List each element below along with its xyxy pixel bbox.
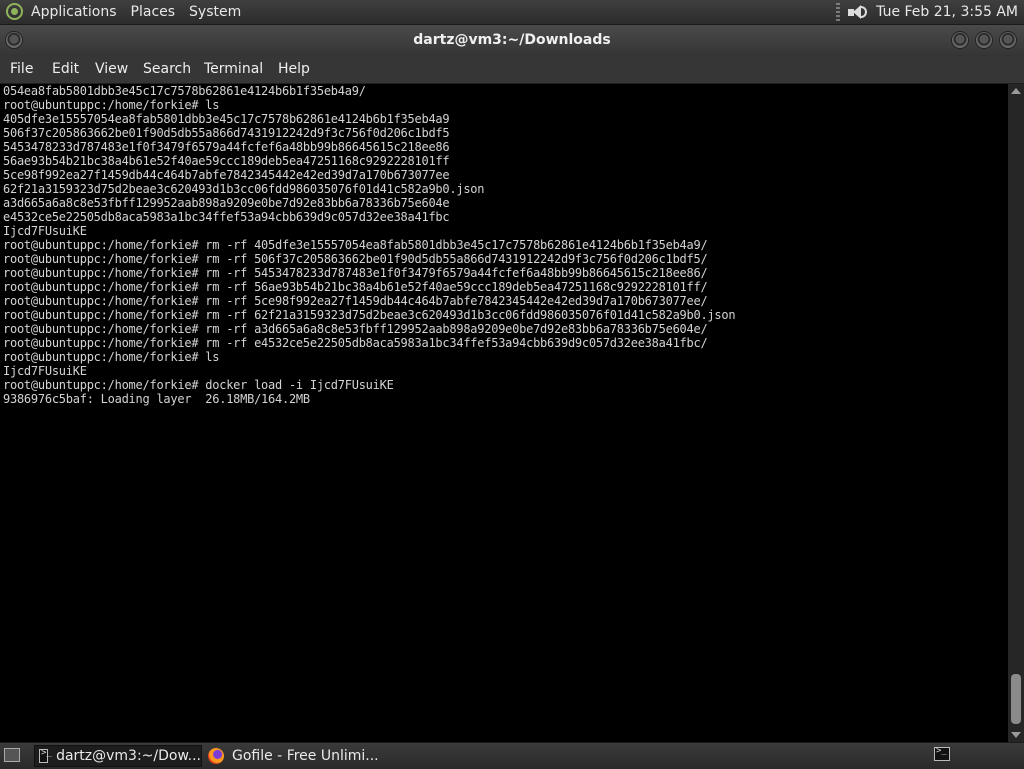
terminal-line: root@ubuntuppc:/home/forkie# ls xyxy=(3,350,220,364)
volume-icon[interactable] xyxy=(846,3,868,21)
terminal-line: root@ubuntuppc:/home/forkie# rm -rf 56ae… xyxy=(3,280,708,294)
terminal-line: Ijcd7FUsuiKE xyxy=(3,224,87,238)
menu-help[interactable]: Help xyxy=(278,61,310,77)
menu-edit[interactable]: Edit xyxy=(52,61,79,77)
terminal-line: 405dfe3e15557054ea8fab5801dbb3e45c17c757… xyxy=(3,112,450,126)
terminal-line: root@ubuntuppc:/home/forkie# ls xyxy=(3,98,220,112)
scrollbar-thumb[interactable] xyxy=(1011,674,1021,724)
terminal-line: 5ce98f992ea27f1459db44c464b7abfe78423454… xyxy=(3,168,450,182)
scroll-down-icon[interactable] xyxy=(1011,732,1021,738)
terminal-scrollbar[interactable] xyxy=(1008,84,1024,742)
terminal-menubar: File Edit View Search Terminal Help xyxy=(0,56,1024,84)
system-menu[interactable]: System xyxy=(189,4,241,20)
panel-menu: Applications Places System xyxy=(6,3,255,20)
terminal-line: root@ubuntuppc:/home/forkie# rm -rf 62f2… xyxy=(3,308,736,322)
top-panel: Applications Places System Tue Feb 21, 3… xyxy=(0,0,1024,25)
terminal-line: 5453478233d787483e1f0f3479f6579a44fcfef6… xyxy=(3,140,450,154)
close-button[interactable] xyxy=(1000,32,1016,48)
task-terminal[interactable]: dartz@vm3:~/Dow... xyxy=(34,745,202,767)
panel-drag-handle[interactable] xyxy=(836,3,841,21)
panel-tray: Tue Feb 21, 3:55 AM xyxy=(836,3,1018,21)
terminal-line: 62f21a3159323d75d2beae3c620493d1b3cc06fd… xyxy=(3,182,485,196)
terminal-line: 56ae93b54b21bc38a4b61e52f40ae59ccc189deb… xyxy=(3,154,450,168)
firefox-icon xyxy=(208,748,224,764)
menu-terminal[interactable]: Terminal xyxy=(204,61,263,77)
terminal-line: Ijcd7FUsuiKE xyxy=(3,364,87,378)
task-label: Gofile - Free Unlimi... xyxy=(232,748,379,764)
menu-search[interactable]: Search xyxy=(143,61,191,77)
maximize-button[interactable] xyxy=(976,32,992,48)
task-label: dartz@vm3:~/Dow... xyxy=(56,748,201,764)
terminal-line: root@ubuntuppc:/home/forkie# rm -rf 5ce9… xyxy=(3,294,708,308)
menu-view[interactable]: View xyxy=(95,61,128,77)
applications-menu[interactable]: Applications xyxy=(31,4,117,20)
terminal-line: root@ubuntuppc:/home/forkie# docker load… xyxy=(3,378,394,392)
window-title: dartz@vm3:~/Downloads xyxy=(413,32,611,48)
places-menu[interactable]: Places xyxy=(131,4,176,20)
show-desktop-icon[interactable] xyxy=(4,748,20,762)
terminal-icon xyxy=(39,748,52,763)
workspace-switcher-icon[interactable] xyxy=(934,746,950,761)
terminal-line: e4532ce5e22505db8aca5983a1bc34ffef53a94c… xyxy=(3,210,450,224)
terminal-text: 054ea8fab5801dbb3e45c17c7578b62861e4124b… xyxy=(0,84,1008,406)
terminal-line: 9386976c5baf: Loading layer 26.18MB/164.… xyxy=(3,392,310,406)
minimize-button[interactable] xyxy=(952,32,968,48)
terminal-line: 054ea8fab5801dbb3e45c17c7578b62861e4124b… xyxy=(3,84,366,98)
terminal-line: root@ubuntuppc:/home/forkie# rm -rf 405d… xyxy=(3,238,708,252)
scroll-up-icon[interactable] xyxy=(1011,88,1021,94)
window-titlebar[interactable]: dartz@vm3:~/Downloads xyxy=(0,25,1024,56)
terminal-line: root@ubuntuppc:/home/forkie# rm -rf e453… xyxy=(3,336,708,350)
distro-logo-icon[interactable] xyxy=(6,3,23,20)
terminal-output[interactable]: 054ea8fab5801dbb3e45c17c7578b62861e4124b… xyxy=(0,84,1008,742)
terminal-line: root@ubuntuppc:/home/forkie# rm -rf 506f… xyxy=(3,252,708,266)
clock[interactable]: Tue Feb 21, 3:55 AM xyxy=(876,4,1018,20)
terminal-line: root@ubuntuppc:/home/forkie# rm -rf 5453… xyxy=(3,266,708,280)
terminal-line: root@ubuntuppc:/home/forkie# rm -rf a3d6… xyxy=(3,322,708,336)
menu-file[interactable]: File xyxy=(10,61,33,77)
terminal-line: 506f37c205863662be01f90d5db55a866d743191… xyxy=(3,126,450,140)
task-firefox[interactable]: Gofile - Free Unlimi... xyxy=(204,745,384,767)
bottom-taskbar: dartz@vm3:~/Dow... Gofile - Free Unlimi.… xyxy=(0,742,1024,769)
terminal-line: a3d665a6a8c8e53fbff129952aab898a9209e0be… xyxy=(3,196,450,210)
